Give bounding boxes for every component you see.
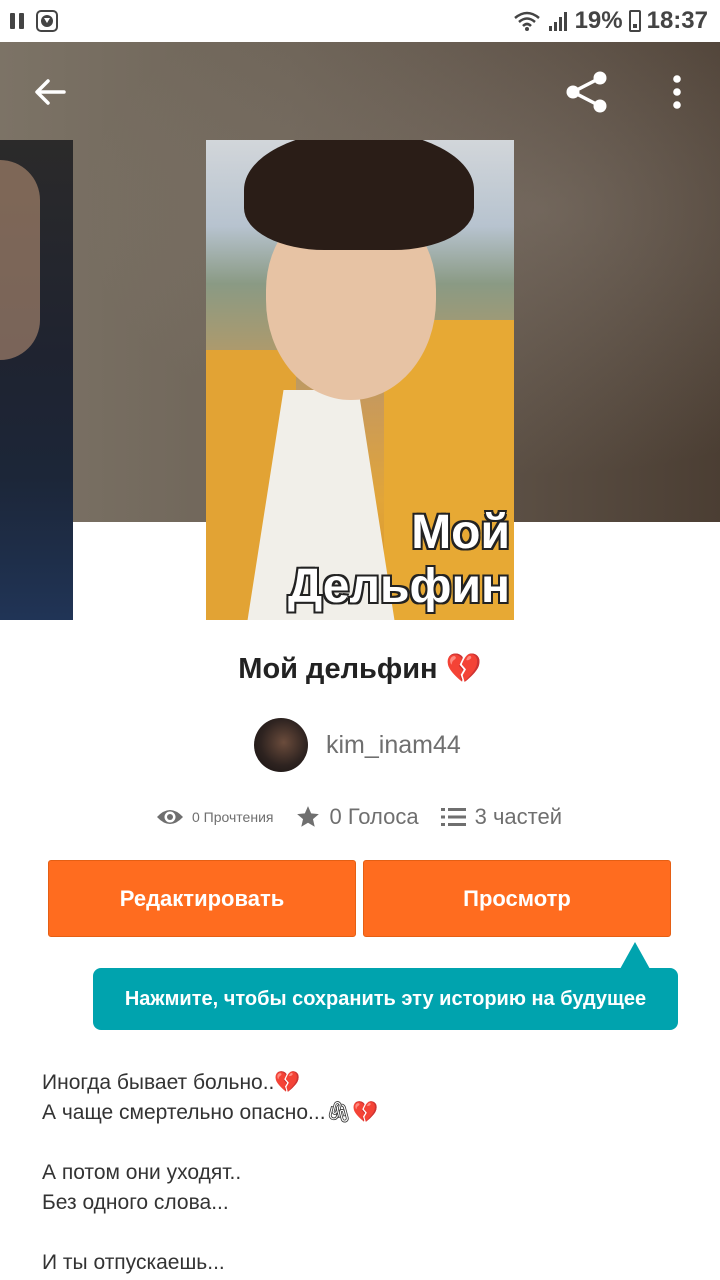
status-bar: 19% 18:37 xyxy=(0,0,720,42)
clock: 18:37 xyxy=(646,7,708,34)
description-line: А потом они уходят.. xyxy=(42,1161,242,1184)
battery-percent: 19% xyxy=(574,7,623,34)
avatar[interactable] xyxy=(254,718,308,772)
edit-button[interactable]: Редактировать xyxy=(48,860,356,937)
star-icon xyxy=(297,806,320,827)
cover-title: Мой Дельфин xyxy=(288,506,510,613)
story-title: Мой дельфин 💔 xyxy=(238,653,482,685)
tooltip-arrow xyxy=(620,942,650,969)
pause-icon xyxy=(10,13,24,29)
story-stats: 0 Прочтения 0 Голоса 3 частей xyxy=(156,804,576,830)
view-button[interactable]: Просмотр xyxy=(363,860,671,937)
eye-icon xyxy=(157,810,183,824)
description-line: Без одного слова... xyxy=(42,1191,229,1214)
list-icon xyxy=(440,808,466,826)
download-icon xyxy=(36,10,58,32)
battery-icon xyxy=(628,10,641,32)
description-line: А чаще смертельно опасно...🖇💔 xyxy=(42,1101,379,1124)
wifi-icon xyxy=(513,11,540,31)
author-link[interactable]: kim_inam44 xyxy=(254,718,461,772)
description-line: И ты отпускаешь... xyxy=(42,1251,225,1274)
parts-count[interactable]: 3 частей xyxy=(475,804,562,830)
save-tooltip[interactable]: Нажмите, чтобы сохранить эту историю на … xyxy=(93,968,678,1030)
reads-count: 0 Прочтения xyxy=(192,809,274,825)
signal-icon xyxy=(548,12,567,31)
author-name[interactable]: kim_inam44 xyxy=(326,731,461,760)
back-arrow-icon[interactable] xyxy=(30,72,70,112)
more-options-icon[interactable] xyxy=(662,72,692,112)
description-line: Иногда бывает больно..💔 xyxy=(42,1071,301,1094)
previous-story-cover[interactable] xyxy=(0,140,73,620)
share-icon[interactable] xyxy=(564,69,610,115)
votes-count: 0 Голоса xyxy=(329,804,419,829)
story-description: Иногда бывает больно..💔 А чаще смертельн… xyxy=(42,1068,682,1278)
story-cover[interactable]: Мой Дельфин xyxy=(206,140,514,620)
